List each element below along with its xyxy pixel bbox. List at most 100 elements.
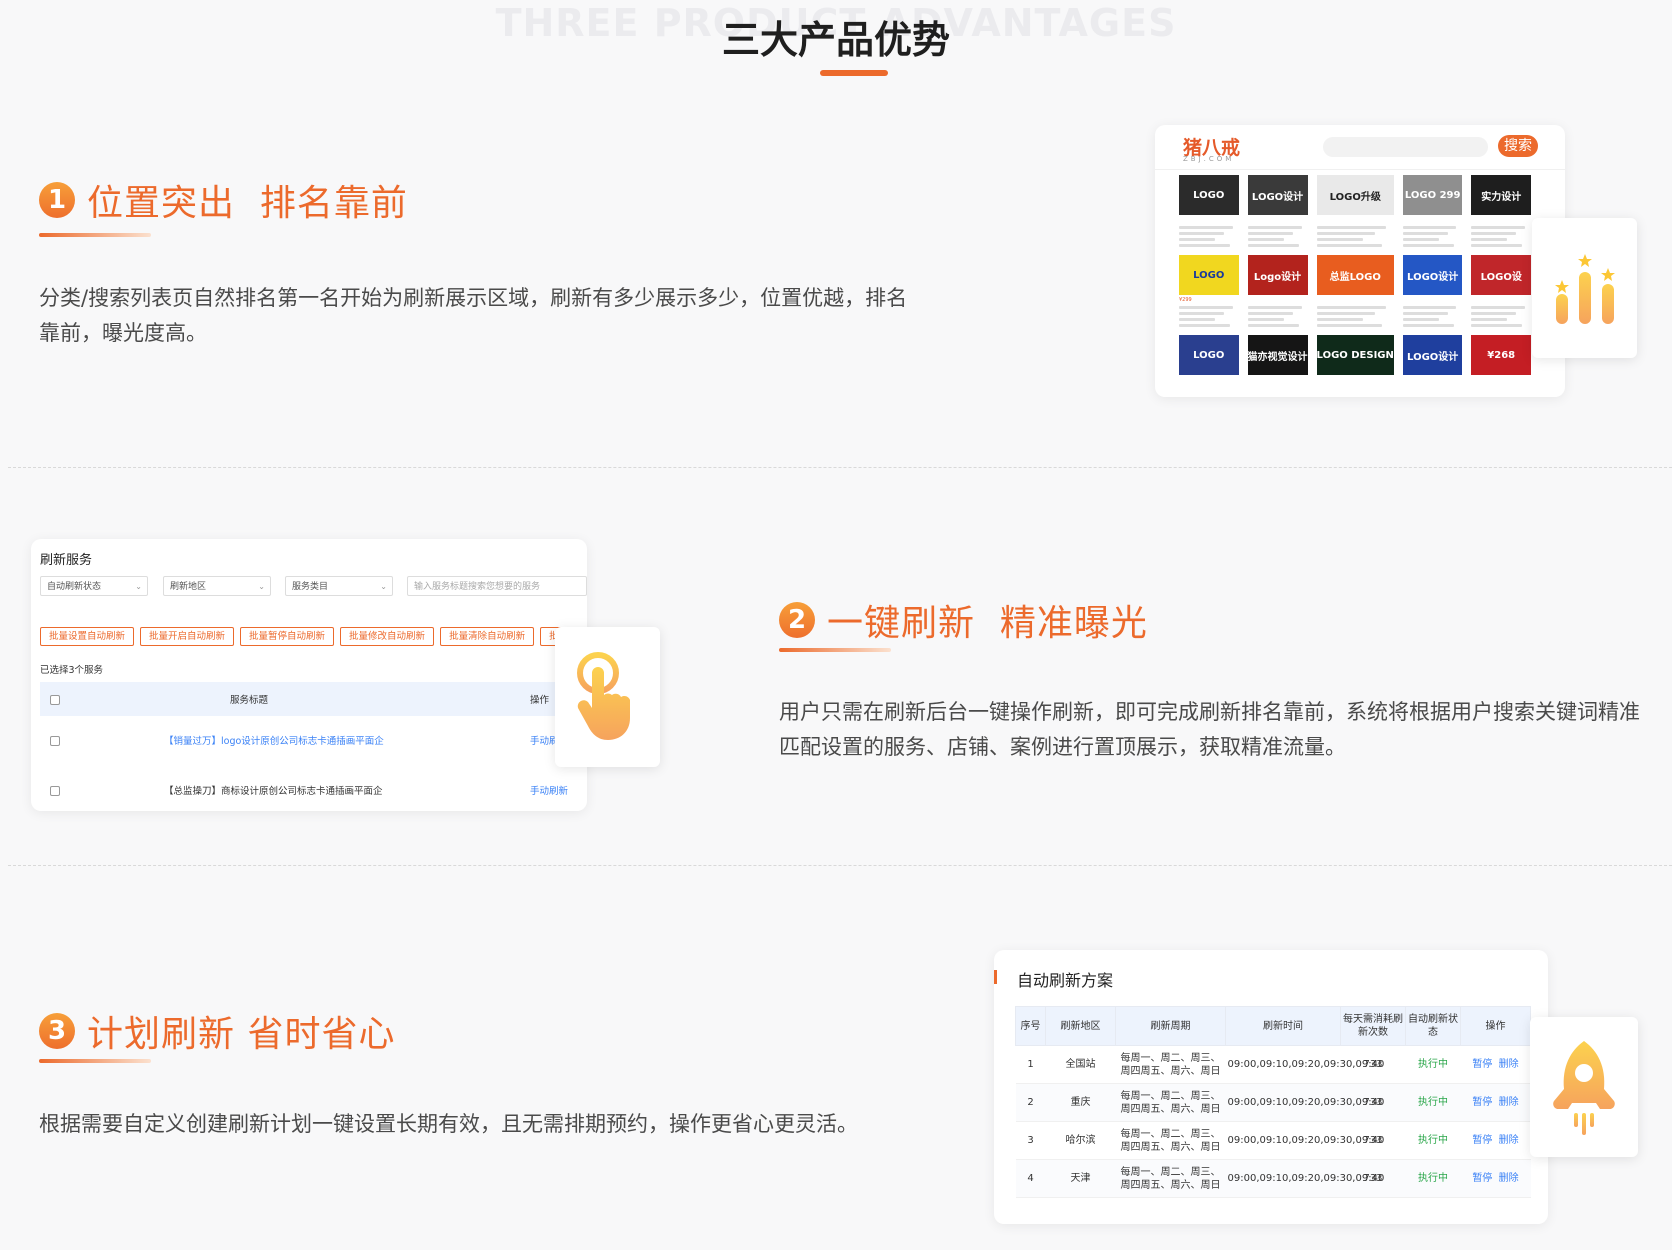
auto-refresh-status-select[interactable]: 自动刷新状态 ⌄ xyxy=(40,576,148,596)
actions-cell: 暂停 删除 xyxy=(1460,1083,1531,1122)
service-thumb[interactable]: LOGO xyxy=(1179,175,1239,247)
cycle-cell: 每周一、周二、周三、周四周五、周六、周日 xyxy=(1115,1045,1226,1084)
plan-table: 序号 刷新地区 刷新周期 刷新时间 每天需消耗刷新次数 自动刷新状态 操作 1 全国站 每周一、… xyxy=(1015,1006,1531,1198)
service-thumb[interactable]: 猫亦视觉设计 xyxy=(1247,335,1308,375)
row-number: 4 xyxy=(1015,1159,1046,1198)
batch-action-button[interactable]: 批量设置自动刷新 xyxy=(40,627,135,646)
section-number-badge: 1 xyxy=(39,182,75,218)
thumb-image: 实力设计 xyxy=(1471,175,1531,215)
zbj-logo-sub: ZBJ.COM xyxy=(1183,155,1235,163)
manual-refresh-link[interactable]: 手动刷新 xyxy=(530,783,568,797)
service-thumb[interactable]: LOGO设计 xyxy=(1402,255,1463,327)
region-cell: 哈尔滨 xyxy=(1045,1121,1116,1160)
title-underline xyxy=(820,70,888,76)
section-1-title: 位置突出 排名靠前 xyxy=(87,183,408,224)
thumb-text-line xyxy=(1179,306,1233,309)
batch-action-button[interactable]: 批量开启自动刷新 xyxy=(140,627,235,646)
select-all-checkbox[interactable] xyxy=(50,695,60,705)
page-title: 三大产品优势 xyxy=(721,18,950,62)
thumb-image: LOGO设计 xyxy=(1247,175,1308,215)
section-number-badge: 3 xyxy=(39,1013,75,1049)
delete-link[interactable]: 删除 xyxy=(1499,1135,1519,1146)
thumb-image: LOGO设计 xyxy=(1402,335,1463,375)
section-3-description: 根据需要自定义创建刷新计划一键设置长期有效，且无需排期预约，操作更省心更灵活。 xyxy=(39,1112,858,1136)
section-1-underline xyxy=(39,233,151,237)
section-1-description: 分类/搜索列表页自然排名第一名开始为刷新展示区域，刷新有多少展示多少，位置优越，… xyxy=(39,286,908,345)
service-thumb[interactable]: LOGO DESIGN xyxy=(1316,335,1394,375)
thumb-text-line xyxy=(1247,318,1284,321)
section-divider xyxy=(8,865,1672,866)
cycle-cell: 每周一、周二、周三、周四周五、周六、周日 xyxy=(1115,1083,1226,1122)
thumb-text-line xyxy=(1316,238,1363,241)
pause-link[interactable]: 暂停 xyxy=(1472,1097,1492,1108)
thumb-text-line xyxy=(1247,226,1302,229)
column-header: 刷新时间 xyxy=(1225,1006,1341,1046)
section-3-title: 计划刷新 省时省心 xyxy=(87,1014,396,1055)
thumb-text-line xyxy=(1179,232,1224,235)
column-op-header: 操作 xyxy=(530,695,550,706)
table-row: 2 重庆 每周一、周二、周三、周四周五、周六、周日 09:00,09:10,09:20… xyxy=(1015,1083,1531,1122)
delete-link[interactable]: 删除 xyxy=(1499,1059,1519,1070)
panel-title: 刷新服务 xyxy=(40,553,93,568)
column-header: 操作 xyxy=(1460,1006,1531,1046)
thumb-text-line xyxy=(1471,306,1526,309)
batch-action-button[interactable]: 批量暂停自动刷新 xyxy=(240,627,335,646)
pause-link[interactable]: 暂停 xyxy=(1472,1059,1492,1070)
service-thumb[interactable]: LOGO升级 xyxy=(1316,175,1394,247)
cycle-cell: 每周一、周二、周三、周四周五、周六、周日 xyxy=(1115,1121,1226,1160)
thumb-text-line xyxy=(1179,238,1215,241)
service-thumb[interactable]: ¥268 xyxy=(1471,335,1531,375)
row-checkbox[interactable] xyxy=(50,736,60,746)
batch-action-button[interactable]: 批量清除自动刷新 xyxy=(440,627,535,646)
section-3-heading: 3 计划刷新 省时省心 xyxy=(39,1005,395,1057)
thumb-text-line xyxy=(1247,232,1293,235)
section-3-underline xyxy=(39,1059,151,1063)
service-thumbnail-grid: LOGO LOGO设计 LOGO升级 LOGO 299 实力设计 LOGO ¥299 Logo… xyxy=(1179,175,1531,375)
service-title-link[interactable]: 【总监操刀】商标设计原创公司标志卡通插画平面企 xyxy=(164,783,383,797)
refresh-region-select[interactable]: 刷新地区 ⌄ xyxy=(163,576,271,596)
service-thumb[interactable]: Logo设计 xyxy=(1247,255,1308,327)
thumb-text-line xyxy=(1247,306,1302,309)
service-thumb[interactable]: LOGO设计 xyxy=(1402,335,1463,375)
chevron-down-icon: ⌄ xyxy=(135,582,142,591)
selected-count: 已选择3个服务 xyxy=(40,665,104,676)
table-row: 【销量过万】logo设计原创公司标志卡通插画平面企 手动刷新 xyxy=(40,716,580,764)
thumb-text-line xyxy=(1402,306,1457,309)
pause-link[interactable]: 暂停 xyxy=(1472,1173,1492,1184)
thumb-image: Logo设计 xyxy=(1247,255,1308,295)
service-title-link[interactable]: 【销量过万】logo设计原创公司标志卡通插画平面企 xyxy=(164,733,384,747)
pause-link[interactable]: 暂停 xyxy=(1472,1135,1492,1146)
service-thumb[interactable]: LOGO xyxy=(1179,335,1239,375)
time-cell: 09:00,09:10,09:20,09:30,09:40 xyxy=(1225,1159,1384,1198)
bar-chart-card xyxy=(1532,218,1637,358)
service-thumb[interactable]: LOGO ¥299 xyxy=(1179,255,1239,327)
status-badge: 执行中 xyxy=(1405,1159,1461,1198)
section-2-underline xyxy=(779,648,891,652)
thumb-text-line xyxy=(1247,312,1293,315)
time-cell: 09:00,09:10,09:20,09:30,09:40 xyxy=(1225,1121,1384,1160)
hand-click-card xyxy=(555,627,660,767)
thumb-image: 猫亦视觉设计 xyxy=(1247,335,1308,375)
search-results-screenshot: 猪八戒 ZBJ.COM 搜索 LOGO LOGO设计 LOGO升级 LOGO 299 实… xyxy=(1155,125,1565,397)
status-badge: 执行中 xyxy=(1405,1045,1461,1084)
rocket-card xyxy=(1530,1017,1638,1157)
batch-action-button[interactable]: 批量修改自动刷新 xyxy=(340,627,435,646)
service-thumb[interactable]: LOGO设计 xyxy=(1247,175,1308,247)
service-thumb[interactable]: 总监LOGO xyxy=(1316,255,1394,327)
row-checkbox[interactable] xyxy=(50,786,60,796)
row-number: 3 xyxy=(1015,1121,1046,1160)
service-thumb[interactable]: 实力设计 xyxy=(1471,175,1531,247)
service-search-input[interactable]: 输入服务标题搜索您想要的服务 xyxy=(407,576,587,596)
thumb-text-line xyxy=(1316,318,1363,321)
service-category-select[interactable]: 服务类目 ⌄ xyxy=(285,576,393,596)
service-thumb[interactable]: LOGO 299 xyxy=(1402,175,1463,247)
thumb-text-line xyxy=(1179,244,1230,247)
column-header: 每天需消耗刷新次数 xyxy=(1340,1006,1406,1046)
site-search-input[interactable] xyxy=(1323,137,1488,157)
delete-link[interactable]: 删除 xyxy=(1499,1097,1519,1108)
service-thumb[interactable]: LOGO设 xyxy=(1471,255,1531,327)
table-row: 【总监操刀】商标设计原创公司标志卡通插画平面企 手动刷新 xyxy=(40,766,580,811)
delete-link[interactable]: 删除 xyxy=(1499,1173,1519,1184)
site-search-button[interactable]: 搜索 xyxy=(1498,135,1538,157)
thumb-image: LOGO xyxy=(1179,255,1239,295)
